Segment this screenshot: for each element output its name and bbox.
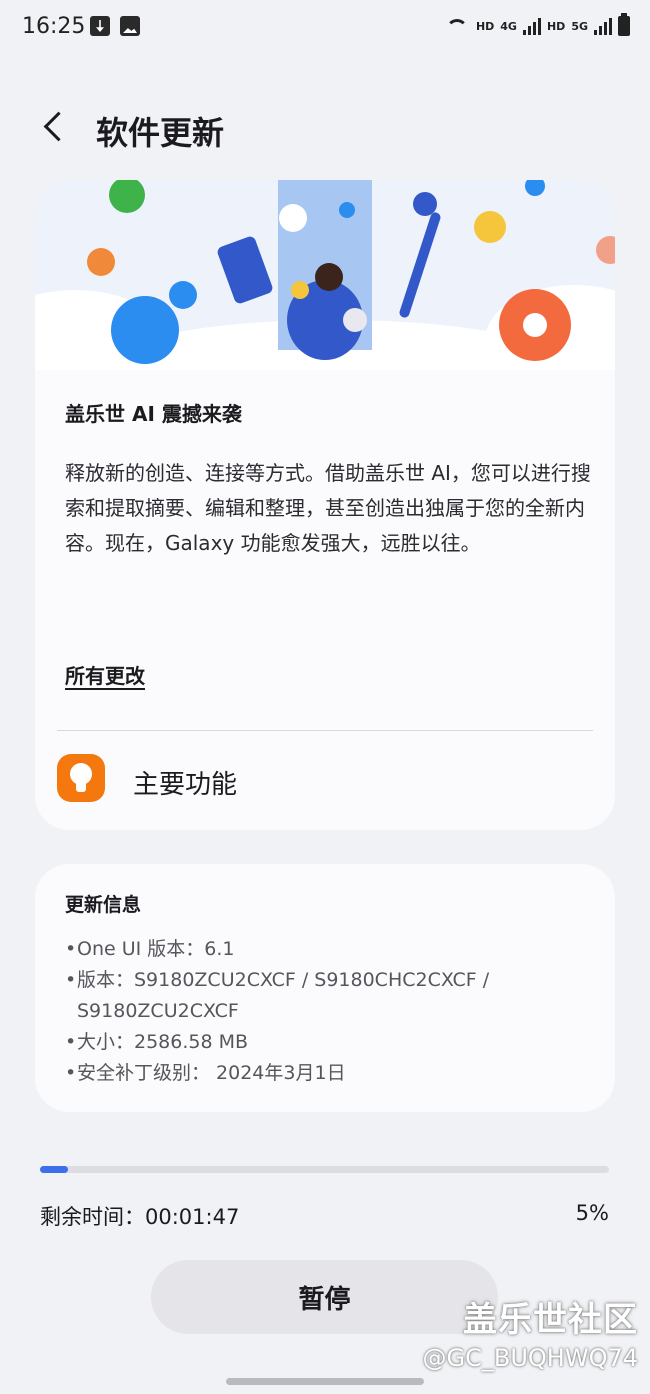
galaxy-ai-banner-image bbox=[35, 180, 615, 400]
image-notification-icon bbox=[120, 16, 140, 36]
header: 软件更新 bbox=[0, 90, 650, 170]
network-4g-label: 4G bbox=[500, 19, 517, 33]
download-progress-bar bbox=[40, 1166, 609, 1173]
battery-icon bbox=[618, 13, 630, 36]
hd-label-1: HD bbox=[475, 19, 495, 33]
update-info-list: One UI 版本：6.1 版本：S9180ZCU2CXCF / S9180CH… bbox=[65, 934, 605, 1089]
ai-feature-title: 盖乐世 AI 震撼来袭 bbox=[65, 402, 242, 426]
page-title: 软件更新 bbox=[96, 114, 225, 152]
main-features-label: 主要功能 bbox=[133, 770, 238, 800]
info-item-security-patch: 安全补丁级别： 2024年3月1日 bbox=[65, 1058, 605, 1089]
watermark-user: @GC_BUQHWQ74 bbox=[422, 1344, 638, 1372]
signal-icon-1 bbox=[522, 17, 541, 35]
banner-illustration bbox=[35, 180, 615, 400]
back-button[interactable] bbox=[36, 108, 76, 148]
status-time: 16:25 bbox=[22, 14, 86, 39]
ai-feature-card: 盖乐世 AI 震撼来袭 释放新的创造、连接等方式。借助盖乐世 AI，您可以进行搜… bbox=[35, 180, 615, 830]
home-indicator[interactable] bbox=[226, 1378, 424, 1385]
main-features-row[interactable]: 主要功能 bbox=[35, 740, 615, 830]
remaining-time: 剩余时间：00:01:47 bbox=[40, 1205, 240, 1229]
download-progress-fill bbox=[40, 1166, 69, 1173]
wifi-icon bbox=[445, 17, 470, 35]
status-bar: 16:25 HD 4G HD 5G bbox=[0, 0, 650, 60]
info-item-build-version: 版本：S9180ZCU2CXCF / S9180CHC2CXCF / S9180… bbox=[65, 965, 605, 1027]
update-info-title: 更新信息 bbox=[65, 894, 142, 916]
all-changes-link[interactable]: 所有更改 bbox=[65, 660, 145, 689]
progress-percent: 5% bbox=[575, 1201, 609, 1225]
hd-label-2: HD bbox=[546, 19, 566, 33]
pause-button[interactable]: 暂停 bbox=[151, 1260, 498, 1334]
watermark-community: 盖乐世社区 bbox=[463, 1300, 638, 1340]
network-5g-label: 5G bbox=[571, 19, 588, 33]
lightbulb-icon bbox=[57, 754, 105, 802]
info-item-size: 大小：2586.58 MB bbox=[65, 1027, 605, 1058]
signal-icon-2 bbox=[594, 17, 612, 35]
info-item-one-ui-version: One UI 版本：6.1 bbox=[65, 934, 605, 965]
update-info-card: 更新信息 One UI 版本：6.1 版本：S9180ZCU2CXCF / S9… bbox=[35, 864, 615, 1112]
divider bbox=[57, 730, 593, 731]
download-notification-icon bbox=[90, 16, 110, 36]
ai-feature-description: 释放新的创造、连接等方式。借助盖乐世 AI，您可以进行搜索和提取摘要、编辑和整理… bbox=[65, 461, 591, 555]
